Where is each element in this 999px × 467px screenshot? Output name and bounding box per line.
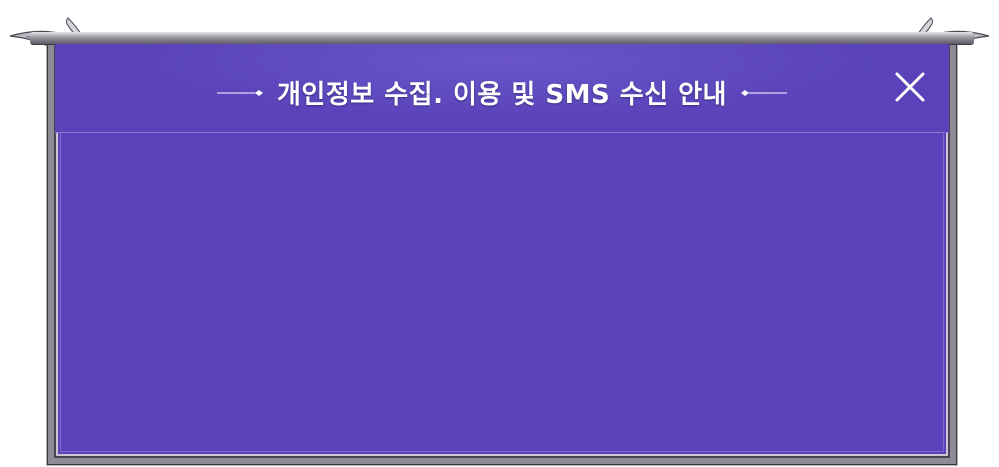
close-button[interactable] bbox=[893, 70, 927, 104]
title-right-ornament-icon bbox=[740, 89, 787, 97]
dialog-header: 개인정보 수집. 이용 및 SMS 수신 안내 bbox=[55, 44, 949, 133]
top-rail bbox=[30, 32, 974, 44]
close-icon bbox=[895, 72, 925, 102]
privacy-sms-dialog: 개인정보 수집. 이용 및 SMS 수신 안내 bbox=[0, 0, 999, 467]
dialog-title: 개인정보 수집. 이용 및 SMS 수신 안내 bbox=[277, 80, 727, 110]
title-row: 개인정보 수집. 이용 및 SMS 수신 안내 bbox=[55, 74, 949, 111]
title-left-ornament-icon bbox=[217, 89, 263, 97]
dialog-body bbox=[55, 133, 949, 455]
